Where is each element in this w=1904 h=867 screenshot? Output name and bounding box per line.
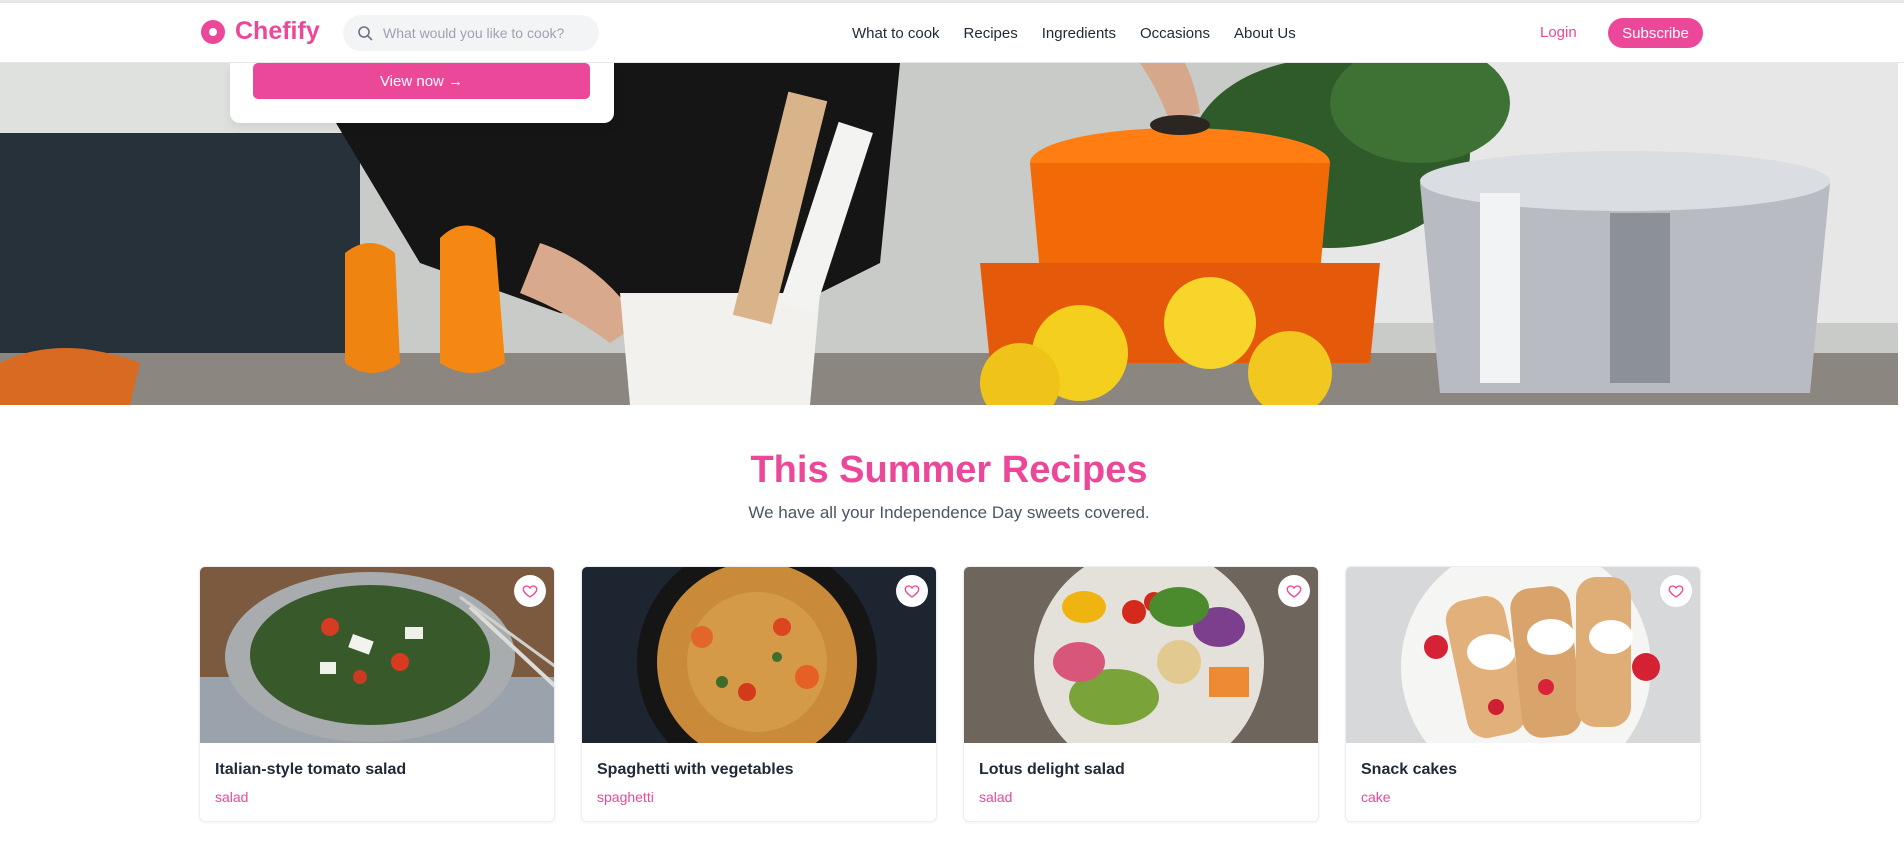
recipe-title: Spaghetti with vegetables bbox=[597, 761, 794, 778]
search-icon bbox=[357, 25, 373, 41]
view-now-button[interactable]: View now → bbox=[253, 63, 590, 99]
recipe-image bbox=[964, 567, 1318, 743]
hero-card: View now → bbox=[230, 63, 614, 123]
heart-icon bbox=[904, 585, 920, 598]
heart-icon bbox=[522, 585, 538, 598]
section-title: This Summer Recipes bbox=[750, 449, 1148, 491]
favorite-button[interactable] bbox=[1660, 575, 1692, 607]
recipe-title: Lotus delight salad bbox=[979, 761, 1125, 778]
search-input[interactable] bbox=[383, 25, 583, 41]
login-link[interactable]: Login bbox=[1540, 24, 1577, 41]
search-box[interactable] bbox=[343, 15, 599, 51]
recipe-tag[interactable]: cake bbox=[1361, 789, 1391, 805]
logo-icon bbox=[201, 19, 225, 44]
recipe-cards: Italian-style tomato salad salad Spaghet… bbox=[199, 566, 1701, 822]
recipe-tag[interactable]: salad bbox=[979, 789, 1012, 805]
recipe-title: Snack cakes bbox=[1361, 761, 1458, 778]
nav-recipes[interactable]: Recipes bbox=[964, 25, 1018, 42]
hero-banner: View now → bbox=[0, 63, 1898, 405]
nav-occasions[interactable]: Occasions bbox=[1140, 25, 1210, 42]
section-subtitle: We have all your Independence Day sweets… bbox=[748, 503, 1150, 522]
recipe-card[interactable]: Italian-style tomato salad salad bbox=[199, 566, 555, 822]
brand-name: Chefify bbox=[235, 17, 320, 45]
subscribe-button[interactable]: Subscribe bbox=[1608, 18, 1703, 48]
favorite-button[interactable] bbox=[896, 575, 928, 607]
recipe-card[interactable]: Lotus delight salad salad bbox=[963, 566, 1319, 822]
recipe-card[interactable]: Snack cakes cake bbox=[1345, 566, 1701, 822]
heart-icon bbox=[1286, 585, 1302, 598]
recipe-card[interactable]: Spaghetti with vegetables spaghetti bbox=[581, 566, 937, 822]
site-header: Chefify What to cook Recipes Ingredients… bbox=[0, 3, 1904, 63]
heart-icon bbox=[1668, 585, 1684, 598]
nav-ingredients[interactable]: Ingredients bbox=[1042, 25, 1116, 42]
recipe-tag[interactable]: salad bbox=[215, 789, 248, 805]
recipe-image bbox=[1346, 567, 1700, 743]
recipe-image bbox=[200, 567, 554, 743]
recipe-tag[interactable]: spaghetti bbox=[597, 789, 654, 805]
brand-logo[interactable]: Chefify bbox=[201, 17, 320, 46]
main-nav: What to cook Recipes Ingredients Occasio… bbox=[852, 3, 1296, 63]
nav-about-us[interactable]: About Us bbox=[1234, 25, 1296, 42]
favorite-button[interactable] bbox=[1278, 575, 1310, 607]
recipe-title: Italian-style tomato salad bbox=[215, 761, 407, 778]
favorite-button[interactable] bbox=[514, 575, 546, 607]
recipe-image bbox=[582, 567, 936, 743]
nav-what-to-cook[interactable]: What to cook bbox=[852, 25, 940, 42]
